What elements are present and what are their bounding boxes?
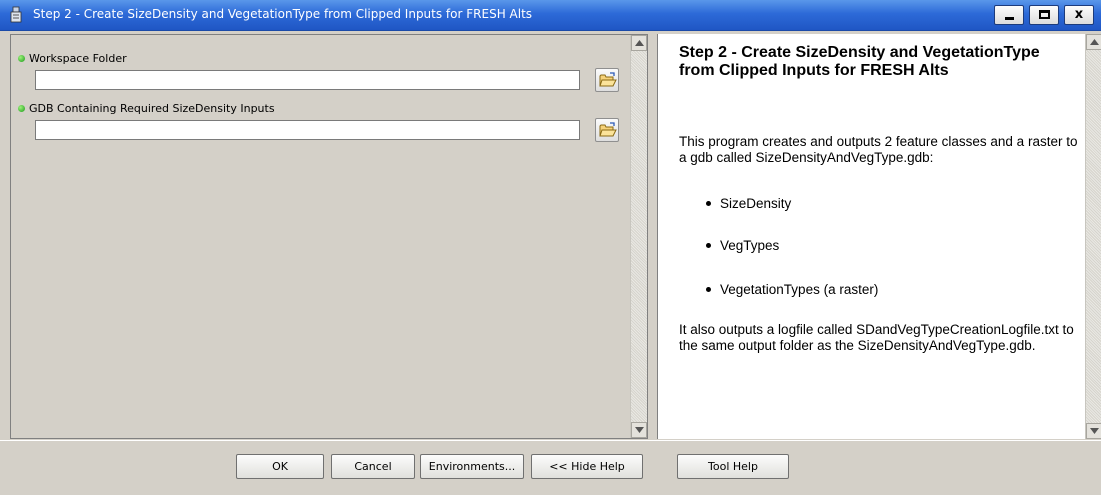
help-bullet: VegetationTypes (a raster): [706, 282, 878, 298]
bullet-icon: [706, 200, 711, 206]
ok-button[interactable]: OK: [236, 454, 324, 479]
scroll-down-button[interactable]: [1086, 423, 1101, 439]
gdb-inputs-browse-button[interactable]: [595, 118, 619, 142]
title-bar[interactable]: Step 2 - Create SizeDensity and Vegetati…: [0, 0, 1101, 31]
maximize-button[interactable]: [1029, 5, 1059, 25]
environments-button[interactable]: Environments...: [420, 454, 524, 479]
arrow-down-icon: [1090, 428, 1099, 434]
help-scrollbar[interactable]: [1085, 34, 1101, 439]
cancel-button[interactable]: Cancel: [331, 454, 415, 479]
help-title: Step 2 - Create SizeDensity and Vegetati…: [679, 44, 1040, 79]
tool-help-button[interactable]: Tool Help: [677, 454, 789, 479]
help-outro: It also outputs a logfile called SDandVe…: [679, 322, 1074, 353]
help-bullet: VegTypes: [706, 238, 779, 254]
folder-open-icon: [599, 72, 617, 87]
parameters-scrollbar[interactable]: [630, 35, 647, 438]
required-indicator-icon: [18, 55, 25, 62]
arcgis-tool-icon: [8, 6, 24, 24]
gdb-inputs-label: GDB Containing Required SizeDensity Inpu…: [29, 102, 275, 115]
required-indicator-icon: [18, 105, 25, 112]
parameters-panel: Workspace Folder GDB Containing Required…: [10, 34, 648, 439]
close-button[interactable]: x: [1064, 5, 1094, 25]
help-intro: This program creates and outputs 2 featu…: [679, 134, 1078, 165]
scroll-up-button[interactable]: [631, 35, 647, 51]
window-title: Step 2 - Create SizeDensity and Vegetati…: [33, 7, 533, 21]
maximize-icon: [1039, 10, 1050, 19]
arrow-up-icon: [635, 40, 644, 46]
workspace-folder-label: Workspace Folder: [29, 52, 127, 65]
arrow-down-icon: [635, 427, 644, 433]
help-bullet: SizeDensity: [706, 196, 791, 212]
bullet-icon: [706, 242, 711, 248]
workspace-folder-browse-button[interactable]: [595, 68, 619, 92]
scroll-up-button[interactable]: [1086, 34, 1101, 50]
close-icon: x: [1074, 7, 1084, 22]
hide-help-button[interactable]: << Hide Help: [531, 454, 643, 479]
gdb-inputs-input[interactable]: [35, 120, 580, 140]
minimize-icon: [1005, 17, 1014, 20]
arrow-up-icon: [1090, 39, 1099, 45]
scroll-down-button[interactable]: [631, 422, 647, 438]
bullet-icon: [706, 286, 711, 292]
help-panel: Step 2 - Create SizeDensity and Vegetati…: [657, 34, 1101, 439]
minimize-button[interactable]: [994, 5, 1024, 25]
folder-open-icon: [599, 122, 617, 137]
workspace-folder-input[interactable]: [35, 70, 580, 90]
